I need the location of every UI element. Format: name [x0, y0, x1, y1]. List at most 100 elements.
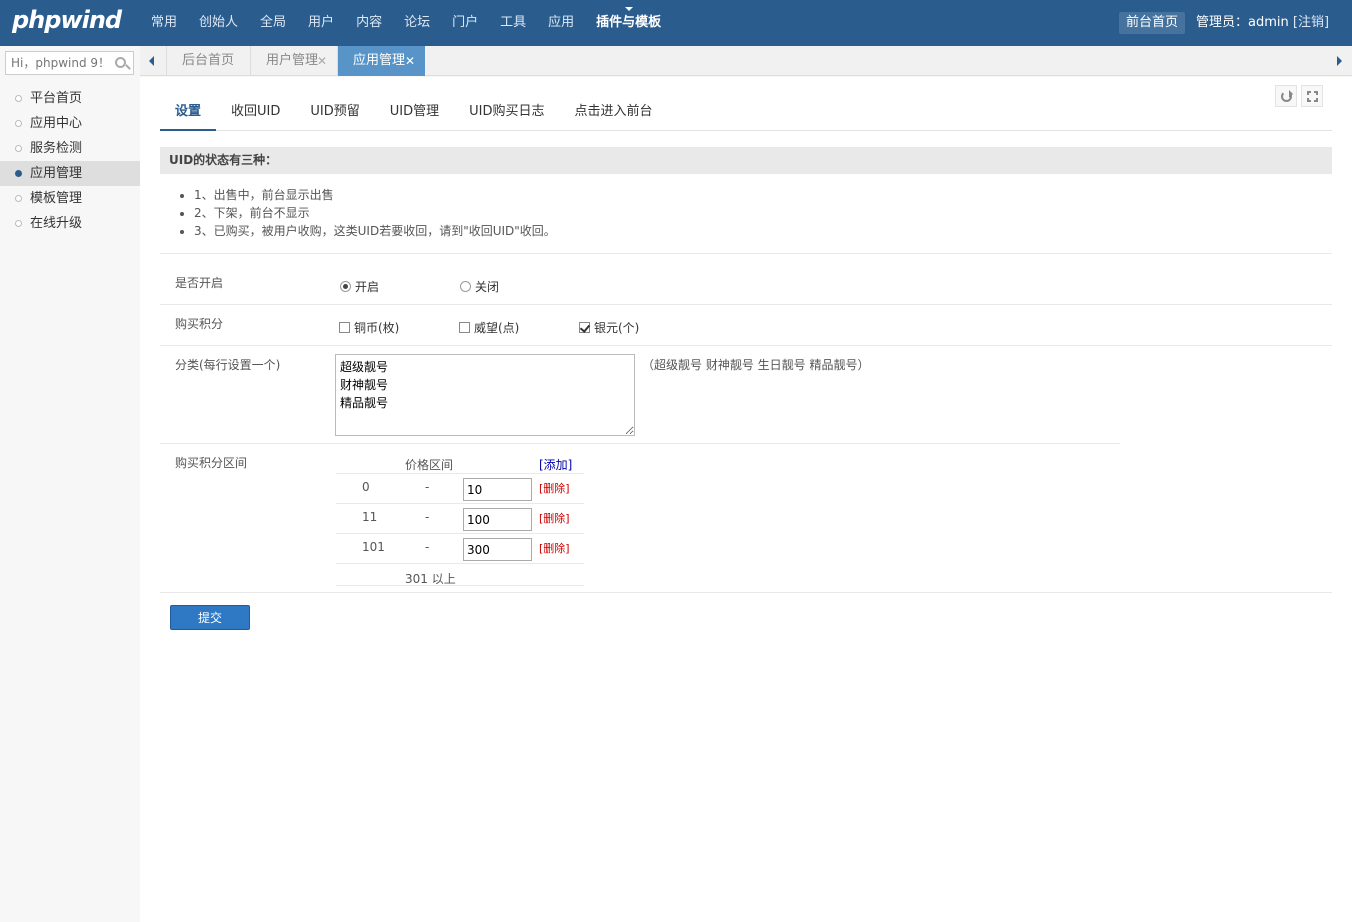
- table-row: 0 - [删除]: [336, 474, 584, 504]
- admin-info: 管理员：admin [注销]: [1196, 0, 1329, 46]
- tab-user-manage[interactable]: 用户管理 ✕: [250, 46, 337, 76]
- nav-item-common[interactable]: 常用: [140, 0, 188, 46]
- credit-silver-checkbox[interactable]: 银元(个): [579, 319, 639, 336]
- checkbox-checked-icon: [579, 322, 590, 333]
- table-header: 价格区间 [添加]: [336, 452, 584, 474]
- range-dash: -: [425, 480, 430, 494]
- range-from: 101: [362, 540, 385, 554]
- info-item: 3、已购买，被用户收购，这类UID若要收回，请到"收回UID"收回。: [194, 222, 556, 240]
- sidebar-item-app-manage[interactable]: 应用管理: [0, 161, 140, 186]
- divider: [160, 253, 1332, 254]
- range-label: 购买积分区间: [175, 456, 248, 470]
- search-input[interactable]: [6, 52, 106, 74]
- subtab-reclaim-uid[interactable]: 收回UID: [216, 101, 295, 131]
- radio-checked-icon: [340, 281, 351, 292]
- tab-label: 后台首页: [182, 53, 235, 68]
- range-from: 11: [362, 510, 378, 524]
- phpwind-logo[interactable]: phpwind: [12, 6, 122, 34]
- sidebar-item-platform-home[interactable]: 平台首页: [0, 86, 140, 111]
- nav-item-apps[interactable]: 应用: [537, 0, 585, 46]
- table-footer: 301 以上: [336, 564, 584, 586]
- enable-on-radio[interactable]: 开启: [340, 278, 379, 295]
- info-title: UID的状态有三种：: [160, 147, 1332, 174]
- sidebar-item-online-upgrade[interactable]: 在线升级: [0, 211, 140, 236]
- enable-off-radio[interactable]: 关闭: [460, 278, 499, 295]
- frontpage-button[interactable]: 前台首页: [1119, 12, 1186, 34]
- category-label: 分类(每行设置一个): [175, 358, 281, 372]
- sidebar-item-app-center[interactable]: 应用中心: [0, 111, 140, 136]
- nav-item-content[interactable]: 内容: [345, 0, 393, 46]
- info-item: 2、下架，前台不显示: [194, 204, 556, 222]
- table-row: 101 - [删除]: [336, 534, 584, 564]
- checkbox-unchecked-icon: [459, 322, 470, 333]
- range-to-input[interactable]: [463, 478, 532, 501]
- range-above: 301 以上: [405, 572, 456, 586]
- delete-range-link[interactable]: [删除]: [539, 480, 570, 496]
- search-icon[interactable]: [115, 57, 126, 68]
- tab-admin-home[interactable]: 后台首页: [166, 46, 250, 76]
- delete-range-link[interactable]: [删除]: [539, 510, 570, 526]
- subtab-settings[interactable]: 设置: [160, 101, 217, 131]
- radio-label: 开启: [355, 280, 380, 294]
- sub-tabs: 设置 收回UID UID预留 UID管理 UID购买日志 点击进入前台: [160, 101, 1332, 131]
- credit-prestige-checkbox[interactable]: 威望(点): [459, 319, 519, 336]
- close-icon[interactable]: ✕: [317, 46, 327, 76]
- nav-item-founder[interactable]: 创始人: [188, 0, 249, 46]
- delete-range-link[interactable]: [删除]: [539, 540, 570, 556]
- nav-item-global[interactable]: 全局: [249, 0, 297, 46]
- sidebar-item-template-manage[interactable]: 模板管理: [0, 186, 140, 211]
- info-item: 1、出售中，前台显示出售: [194, 186, 556, 204]
- page-tab-bar: 后台首页 用户管理 ✕ 应用管理 ✕: [140, 46, 1352, 76]
- subtab-uid-reserve[interactable]: UID预留: [295, 101, 374, 131]
- close-icon[interactable]: ✕: [405, 46, 415, 76]
- nav-item-portal[interactable]: 门户: [441, 0, 489, 46]
- table-row: 11 - [删除]: [336, 504, 584, 534]
- checkbox-unchecked-icon: [339, 322, 350, 333]
- add-range-link[interactable]: [添加]: [539, 456, 572, 473]
- radio-label: 关闭: [475, 280, 500, 294]
- main-nav: 常用 创始人 全局 用户 内容 论坛 门户 工具 应用 插件与模板: [140, 0, 672, 46]
- divider: [160, 345, 1332, 346]
- price-range-table: 价格区间 [添加] 0 - [删除] 11 - [删除] 101 - [删除] …: [336, 452, 584, 586]
- subtab-uid-manage[interactable]: UID管理: [375, 101, 454, 131]
- range-from: 0: [362, 480, 370, 494]
- category-hint: （超级靓号 财神靓号 生日靓号 精品靓号）: [642, 358, 870, 372]
- category-textarea[interactable]: 超级靓号 财神靓号 精品靓号: [335, 354, 635, 436]
- sidebar: 平台首页 应用中心 服务检测 应用管理 模板管理 在线升级: [0, 46, 140, 922]
- submit-button[interactable]: 提交: [170, 605, 250, 630]
- subtab-go-frontend[interactable]: 点击进入前台: [560, 101, 668, 131]
- tab-app-manage[interactable]: 应用管理 ✕: [337, 46, 425, 76]
- range-to-input[interactable]: [463, 538, 532, 561]
- admin-name: 管理员：admin: [1196, 15, 1289, 30]
- checkbox-label: 银元(个): [594, 321, 640, 335]
- checkbox-label: 威望(点): [474, 321, 520, 335]
- tab-scroll-left-icon[interactable]: [143, 46, 163, 76]
- divider: [160, 304, 1332, 305]
- tab-label: 应用管理: [353, 53, 406, 68]
- sidebar-item-service-check[interactable]: 服务检测: [0, 136, 140, 161]
- range-dash: -: [425, 510, 430, 524]
- credit-copper-checkbox[interactable]: 铜币(枚): [339, 319, 399, 336]
- logout-link[interactable]: [注销]: [1293, 15, 1329, 30]
- sidebar-search: [5, 51, 134, 75]
- side-menu: 平台首页 应用中心 服务检测 应用管理 模板管理 在线升级: [0, 86, 140, 236]
- nav-item-plugins-templates[interactable]: 插件与模板: [585, 0, 672, 46]
- main-content: 设置 收回UID UID预留 UID管理 UID购买日志 点击进入前台 UID的…: [140, 77, 1352, 922]
- radio-unchecked-icon: [460, 281, 471, 292]
- nav-item-forum[interactable]: 论坛: [393, 0, 441, 46]
- info-list: 1、出售中，前台显示出售 2、下架，前台不显示 3、已购买，被用户收购，这类UI…: [178, 186, 556, 240]
- divider: [160, 443, 1120, 444]
- tab-scroll-right-icon[interactable]: [1329, 46, 1349, 76]
- subtab-uid-purchase-log[interactable]: UID购买日志: [454, 101, 559, 131]
- credit-label: 购买积分: [175, 317, 224, 331]
- tab-label: 用户管理: [266, 53, 319, 68]
- checkbox-label: 铜币(枚): [354, 321, 400, 335]
- range-dash: -: [425, 540, 430, 554]
- nav-item-tools[interactable]: 工具: [489, 0, 537, 46]
- enable-label: 是否开启: [175, 276, 224, 290]
- nav-item-users[interactable]: 用户: [297, 0, 345, 46]
- price-range-header: 价格区间: [405, 458, 454, 472]
- top-navbar: phpwind 常用 创始人 全局 用户 内容 论坛 门户 工具 应用 插件与模…: [0, 0, 1352, 46]
- range-to-input[interactable]: [463, 508, 532, 531]
- divider: [160, 592, 1332, 593]
